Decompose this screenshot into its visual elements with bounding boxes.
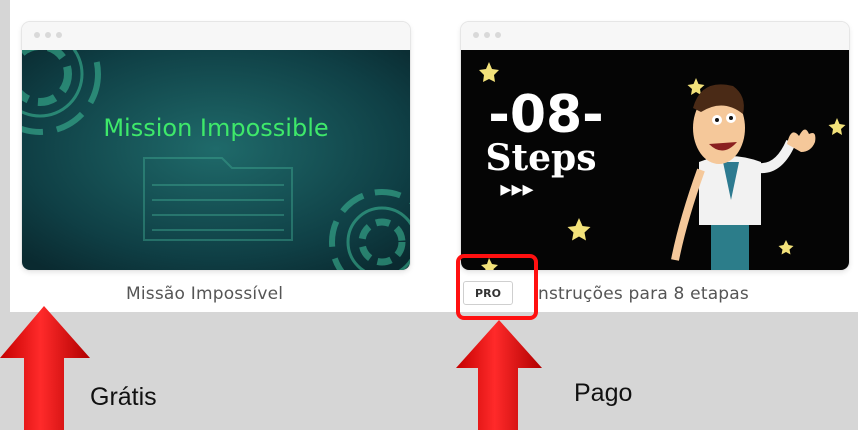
eight-steps-thumbnail[interactable]: -08- Steps ▸▸▸ xyxy=(461,50,849,270)
window-dots-icon xyxy=(34,32,62,38)
free-label: Grátis xyxy=(90,383,157,411)
mission-impossible-thumbnail-title: Mission Impossible xyxy=(103,114,328,142)
steps-word-text: Steps xyxy=(486,137,597,179)
card-window-bar xyxy=(22,22,410,50)
up-arrow-icon xyxy=(456,320,542,430)
card-title: nstruções para 8 etapas xyxy=(538,284,749,304)
template-card-mission-impossible[interactable]: Mission Impossible xyxy=(22,22,410,270)
card-title: Missão Impossível xyxy=(126,284,284,304)
mission-impossible-thumbnail[interactable]: Mission Impossible xyxy=(22,50,410,270)
template-card-8-steps[interactable]: -08- Steps ▸▸▸ xyxy=(461,22,849,270)
paid-label: Pago xyxy=(574,379,633,407)
steps-arrows-text: ▸▸▸ xyxy=(500,177,533,202)
pro-highlight-box xyxy=(456,254,538,320)
card-window-bar xyxy=(461,22,849,50)
window-dots-icon xyxy=(473,32,501,38)
steps-number-text: -08- xyxy=(488,85,604,145)
up-arrow-icon xyxy=(0,306,90,430)
